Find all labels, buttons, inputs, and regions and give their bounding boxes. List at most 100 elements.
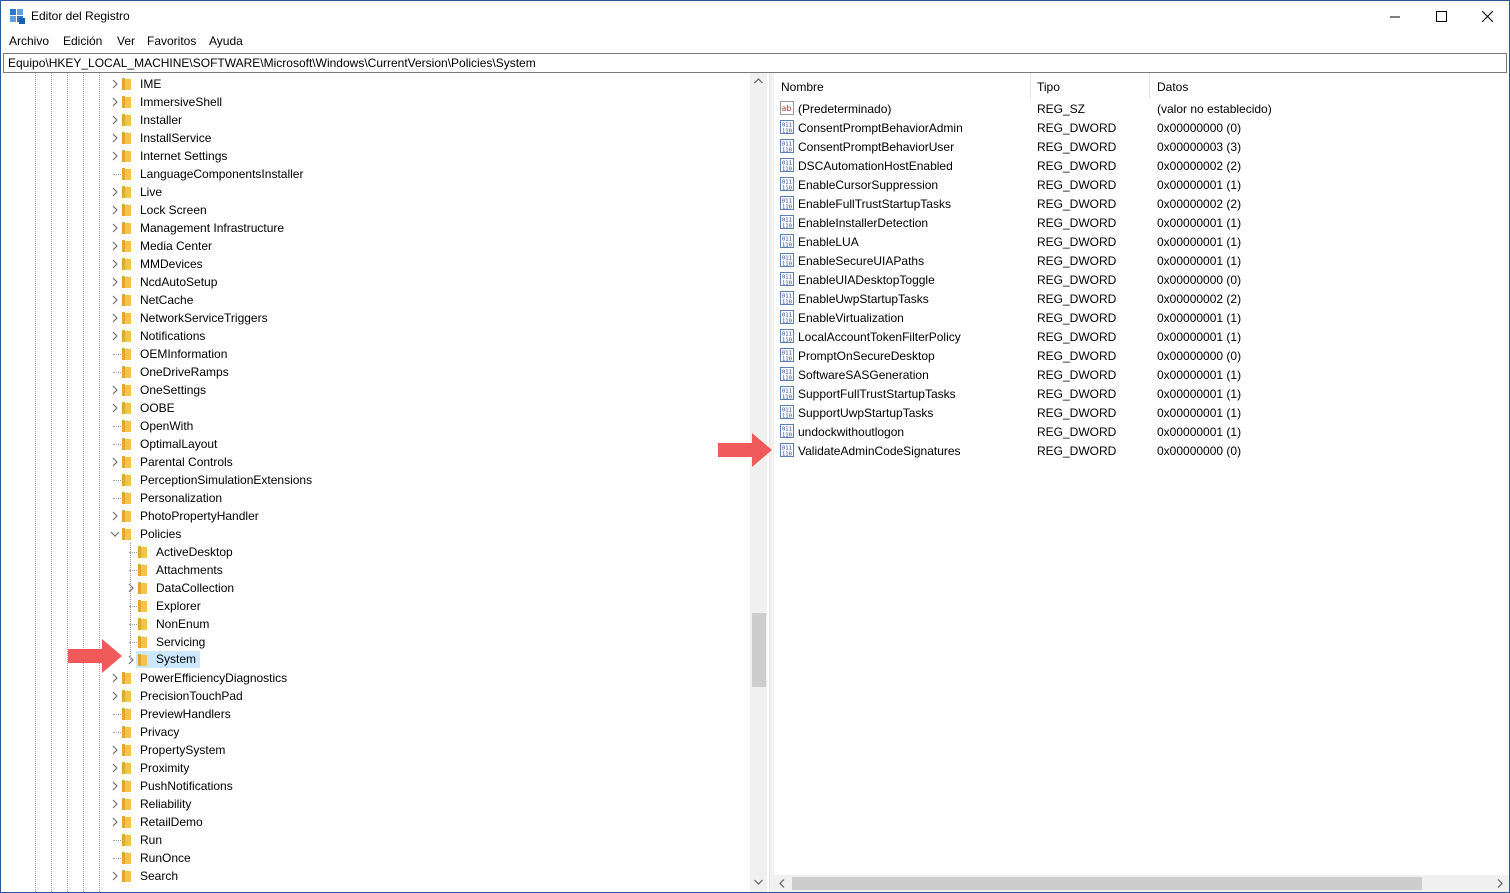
value-row[interactable]: 011 110 PromptOnSecureDesktop REG_DWORD 0x00…	[774, 346, 1509, 365]
chevron-right-icon[interactable]	[110, 871, 120, 881]
tree-item[interactable]: Policies	[2, 525, 742, 543]
menu-ver[interactable]: Ver	[117, 34, 135, 48]
values-list-pane[interactable]: Nombre Tipo Datos ab (Predeterminado) REG_…	[774, 73, 1509, 892]
tree-item[interactable]: Proximity	[2, 759, 742, 777]
tree-item[interactable]: Search	[2, 867, 742, 885]
value-row[interactable]: 011 110 LocalAccountTokenFilterPolicy REG_D…	[774, 327, 1509, 346]
tree-item[interactable]: ActiveDesktop	[2, 543, 742, 561]
chevron-right-icon[interactable]	[126, 655, 136, 665]
chevron-right-icon[interactable]	[110, 187, 120, 197]
chevron-right-icon[interactable]	[110, 385, 120, 395]
tree-item[interactable]: PhotoPropertyHandler	[2, 507, 742, 525]
tree-item[interactable]: RunOnce	[2, 849, 742, 867]
chevron-right-icon[interactable]	[110, 331, 120, 341]
menu-ayuda[interactable]: Ayuda	[209, 34, 243, 48]
chevron-right-icon[interactable]	[110, 313, 120, 323]
close-button[interactable]	[1464, 1, 1509, 31]
minimize-button[interactable]	[1372, 1, 1418, 31]
tree-item[interactable]: PropertySystem	[2, 741, 742, 759]
chevron-right-icon[interactable]	[110, 817, 120, 827]
value-row[interactable]: 011 110 EnableUwpStartupTasks REG_DWORD 0x00…	[774, 289, 1509, 308]
value-row[interactable]: 011 110 ConsentPromptBehaviorAdmin REG_DWOR…	[774, 118, 1509, 137]
key-tree-pane[interactable]: IME ImmersiveShell Installer InstallService…	[2, 73, 769, 892]
values-scroll-thumb[interactable]	[792, 877, 1422, 890]
scroll-right-icon[interactable]	[1497, 879, 1503, 888]
tree-item[interactable]: Privacy	[2, 723, 742, 741]
tree-item[interactable]: Internet Settings	[2, 147, 742, 165]
tree-scroll-thumb[interactable]	[752, 613, 766, 687]
value-row[interactable]: 011 110 undockwithoutlogon REG_DWORD 0x00000…	[774, 422, 1509, 441]
tree-item[interactable]: Lock Screen	[2, 201, 742, 219]
chevron-right-icon[interactable]	[110, 673, 120, 683]
value-row[interactable]: 011 110 DSCAutomationHostEnabled REG_DWORD 0…	[774, 156, 1509, 175]
tree-item[interactable]: OneSettings	[2, 381, 742, 399]
tree-item[interactable]: Parental Controls	[2, 453, 742, 471]
tree-item[interactable]: OEMInformation	[2, 345, 742, 363]
chevron-right-icon[interactable]	[110, 745, 120, 755]
tree-item[interactable]: Attachments	[2, 561, 742, 579]
tree-item[interactable]: Live	[2, 183, 742, 201]
tree-item[interactable]: DataCollection	[2, 579, 742, 597]
tree-item[interactable]: MMDevices	[2, 255, 742, 273]
tree-item[interactable]: Personalization	[2, 489, 742, 507]
column-header-datos[interactable]: Datos	[1150, 73, 1508, 99]
value-row[interactable]: 011 110 EnableLUA REG_DWORD 0x00000001 (1)	[774, 232, 1509, 251]
value-row[interactable]: 011 110 EnableInstallerDetection REG_DWORD 0…	[774, 213, 1509, 232]
tree-item[interactable]: Management Infrastructure	[2, 219, 742, 237]
chevron-right-icon[interactable]	[110, 799, 120, 809]
value-row[interactable]: 011 110 EnableFullTrustStartupTasks REG_DWO…	[774, 194, 1509, 213]
tree-item[interactable]: RetailDemo	[2, 813, 742, 831]
tree-item[interactable]: OpenWith	[2, 417, 742, 435]
tree-item[interactable]: NetworkServiceTriggers	[2, 309, 742, 327]
chevron-down-icon[interactable]	[110, 529, 120, 539]
menu-favoritos[interactable]: Favoritos	[147, 34, 196, 48]
column-header-nombre[interactable]: Nombre	[774, 73, 1031, 99]
tree-item[interactable]: Explorer	[2, 597, 742, 615]
menu-edicion[interactable]: Edición	[63, 34, 102, 48]
scroll-up-icon[interactable]	[754, 78, 763, 84]
tree-item[interactable]: PreviewHandlers	[2, 705, 742, 723]
value-row[interactable]: 011 110 ConsentPromptBehaviorUser REG_DWORD…	[774, 137, 1509, 156]
tree-item[interactable]: OOBE	[2, 399, 742, 417]
chevron-right-icon[interactable]	[126, 583, 136, 593]
value-row[interactable]: 011 110 EnableUIADesktopToggle REG_DWORD 0x0…	[774, 270, 1509, 289]
tree-item[interactable]: LanguageComponentsInstaller	[2, 165, 742, 183]
tree-item[interactable]: PerceptionSimulationExtensions	[2, 471, 742, 489]
chevron-right-icon[interactable]	[110, 295, 120, 305]
chevron-right-icon[interactable]	[110, 781, 120, 791]
tree-item[interactable]: NcdAutoSetup	[2, 273, 742, 291]
tree-item[interactable]: PrecisionTouchPad	[2, 687, 742, 705]
chevron-right-icon[interactable]	[110, 79, 120, 89]
tree-item[interactable]: OptimalLayout	[2, 435, 742, 453]
chevron-right-icon[interactable]	[110, 97, 120, 107]
chevron-right-icon[interactable]	[110, 763, 120, 773]
value-row[interactable]: 011 110 SoftwareSASGeneration REG_DWORD 0x00…	[774, 365, 1509, 384]
tree-item[interactable]: Media Center	[2, 237, 742, 255]
maximize-button[interactable]	[1418, 1, 1464, 31]
chevron-right-icon[interactable]	[110, 691, 120, 701]
value-row[interactable]: ab (Predeterminado) REG_SZ (valor no establ…	[774, 99, 1509, 118]
chevron-right-icon[interactable]	[110, 241, 120, 251]
tree-item[interactable]: Run	[2, 831, 742, 849]
tree-item[interactable]: InstallService	[2, 129, 742, 147]
tree-item[interactable]: NetCache	[2, 291, 742, 309]
tree-item[interactable]: ImmersiveShell	[2, 93, 742, 111]
tree-item[interactable]: Reliability	[2, 795, 742, 813]
value-row[interactable]: 011 110 EnableVirtualization REG_DWORD 0x000…	[774, 308, 1509, 327]
column-header-tipo[interactable]: Tipo	[1030, 73, 1150, 99]
chevron-right-icon[interactable]	[110, 223, 120, 233]
chevron-right-icon[interactable]	[110, 151, 120, 161]
value-row[interactable]: 011 110 EnableSecureUIAPaths REG_DWORD 0x000…	[774, 251, 1509, 270]
scroll-left-icon[interactable]	[779, 879, 785, 888]
tree-item[interactable]: OneDriveRamps	[2, 363, 742, 381]
chevron-right-icon[interactable]	[110, 115, 120, 125]
tree-item[interactable]: Installer	[2, 111, 742, 129]
address-bar[interactable]: Equipo\HKEY_LOCAL_MACHINE\SOFTWARE\Micro…	[3, 53, 1507, 73]
chevron-right-icon[interactable]	[110, 457, 120, 467]
chevron-right-icon[interactable]	[110, 133, 120, 143]
tree-vertical-scrollbar[interactable]	[750, 73, 767, 892]
chevron-right-icon[interactable]	[110, 277, 120, 287]
scroll-down-icon[interactable]	[754, 879, 763, 885]
tree-item[interactable]: IME	[2, 75, 742, 93]
tree-item[interactable]: Notifications	[2, 327, 742, 345]
